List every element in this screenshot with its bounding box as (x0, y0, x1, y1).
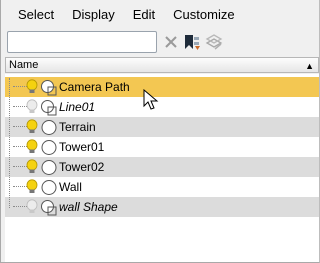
sort-ascending-icon[interactable]: ▲ (305, 59, 314, 73)
select-by-name-icon[interactable] (183, 33, 201, 51)
tree-row-tower01[interactable]: Tower01 (5, 137, 319, 157)
mouse-pointer-icon (143, 89, 159, 110)
light-bulb-on-icon[interactable] (25, 179, 39, 195)
tree-row-terrain[interactable]: Terrain (5, 117, 319, 137)
object-name: Line01 (59, 100, 96, 114)
geometry-object-icon[interactable] (40, 119, 58, 136)
geometry-object-icon[interactable] (40, 139, 58, 156)
object-name: wall Shape (59, 200, 118, 214)
light-bulb-off-icon[interactable] (25, 99, 39, 115)
clear-filter-icon[interactable] (162, 33, 180, 51)
scene-explorer-panel: Select Display Edit Customize Name ▲ Cam… (0, 0, 320, 263)
object-name: Wall (59, 180, 82, 194)
layer-options-icon[interactable] (205, 33, 223, 51)
object-name: Camera Path (59, 80, 130, 94)
shape-object-icon[interactable] (40, 79, 58, 96)
menu-select[interactable]: Select (9, 5, 63, 24)
light-bulb-on-icon[interactable] (25, 139, 39, 155)
tree-row-camera-path[interactable]: Camera Path (5, 77, 319, 97)
scene-tree: Camera Path Line01 Terrain Tower01 Tower… (5, 74, 319, 262)
column-header[interactable]: Name ▲ (5, 57, 319, 73)
shape-object-icon[interactable] (40, 199, 58, 216)
tree-vertical-connector (9, 78, 10, 208)
menu-edit[interactable]: Edit (124, 5, 164, 24)
tree-row-line01[interactable]: Line01 (5, 97, 319, 117)
geometry-object-icon[interactable] (40, 179, 58, 196)
menu-display[interactable]: Display (63, 5, 124, 24)
search-input[interactable] (7, 31, 157, 53)
tree-row-wall-shape[interactable]: wall Shape (5, 197, 319, 217)
light-bulb-on-icon[interactable] (25, 159, 39, 175)
name-column-label: Name (9, 59, 39, 71)
menu-customize[interactable]: Customize (164, 5, 243, 24)
object-name: Tower02 (59, 160, 105, 174)
light-bulb-on-icon[interactable] (25, 79, 39, 95)
menu-bar: Select Display Edit Customize (1, 0, 320, 28)
tree-row-tower02[interactable]: Tower02 (5, 157, 319, 177)
light-bulb-off-icon[interactable] (25, 199, 39, 215)
geometry-object-icon[interactable] (40, 159, 58, 176)
tree-row-wall[interactable]: Wall (5, 177, 319, 197)
object-name: Terrain (59, 120, 96, 134)
shape-object-icon[interactable] (40, 99, 58, 116)
toolbar (1, 30, 320, 54)
light-bulb-on-icon[interactable] (25, 119, 39, 135)
object-name: Tower01 (59, 140, 105, 154)
